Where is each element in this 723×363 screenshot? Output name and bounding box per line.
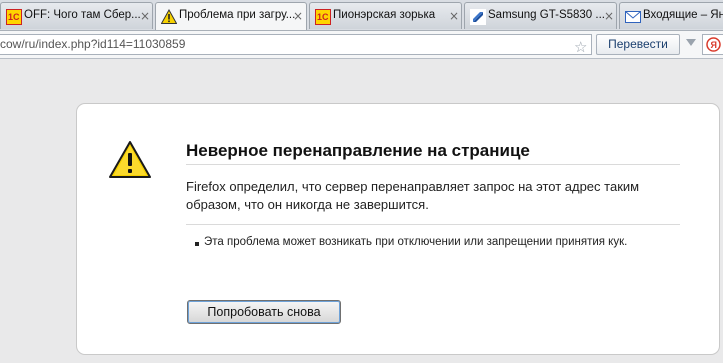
error-panel: Неверное перенаправление на странице Fir…: [76, 103, 720, 355]
samsung-icon: [470, 9, 486, 25]
tab-title: Проблема при загру...: [179, 9, 296, 21]
bookmark-star-icon[interactable]: ☆: [574, 38, 587, 56]
tab-title: Пионэрская зорька: [333, 9, 436, 21]
tab-close-icon[interactable]: ×: [447, 9, 461, 23]
url-text[interactable]: cow/ru/index.php?id114=11030859: [0, 37, 185, 51]
error-title: Неверное перенаправление на странице: [186, 141, 530, 160]
list-bullet: [195, 242, 199, 246]
page-content: Неверное перенаправление на странице Fir…: [0, 59, 723, 363]
try-again-button[interactable]: Попробовать снова: [187, 300, 341, 324]
1c-logo-icon: 1С: [6, 9, 22, 25]
tab-samsung[interactable]: Samsung GT-S5830 ... ×: [464, 2, 617, 29]
warning-icon: [161, 9, 177, 24]
tab-sber[interactable]: 1С OFF: Чого там Сбер... ×: [0, 2, 153, 29]
tab-pioner[interactable]: 1С Пионэрская зорька ×: [309, 2, 462, 29]
address-bar[interactable]: cow/ru/index.php?id114=11030859 ☆: [0, 34, 592, 56]
tab-close-icon[interactable]: ×: [291, 9, 305, 23]
chevron-down-icon[interactable]: [686, 39, 696, 46]
search-engine-icon: Я: [706, 37, 721, 52]
translate-button[interactable]: Перевести: [596, 34, 680, 55]
navigation-toolbar: cow/ru/index.php?id114=11030859 ☆ Переве…: [0, 31, 723, 59]
tab-title: Входящие – Ян: [643, 9, 723, 21]
mail-icon: [625, 11, 641, 23]
tab-title: OFF: Чого там Сбер...: [24, 9, 141, 21]
divider: [186, 164, 680, 165]
tab-close-icon[interactable]: ×: [602, 9, 616, 23]
tab-title: Samsung GT-S5830 ...: [488, 9, 605, 21]
search-input[interactable]: Я: [702, 34, 723, 55]
tab-close-icon[interactable]: ×: [138, 9, 152, 23]
1c-logo-icon: 1С: [315, 9, 331, 25]
error-description: Firefox определил, что сервер перенаправ…: [186, 179, 640, 212]
tab-strip: 1С OFF: Чого там Сбер... × Проблема при …: [0, 0, 723, 31]
warning-icon: [109, 141, 151, 178]
error-detail-item: Эта проблема может возникать при отключе…: [204, 236, 628, 248]
tab-error-page[interactable]: Проблема при загру... ×: [155, 2, 307, 30]
svg-text:Я: Я: [711, 40, 717, 50]
tab-mail[interactable]: Входящие – Ян: [619, 2, 723, 29]
divider: [186, 224, 680, 225]
